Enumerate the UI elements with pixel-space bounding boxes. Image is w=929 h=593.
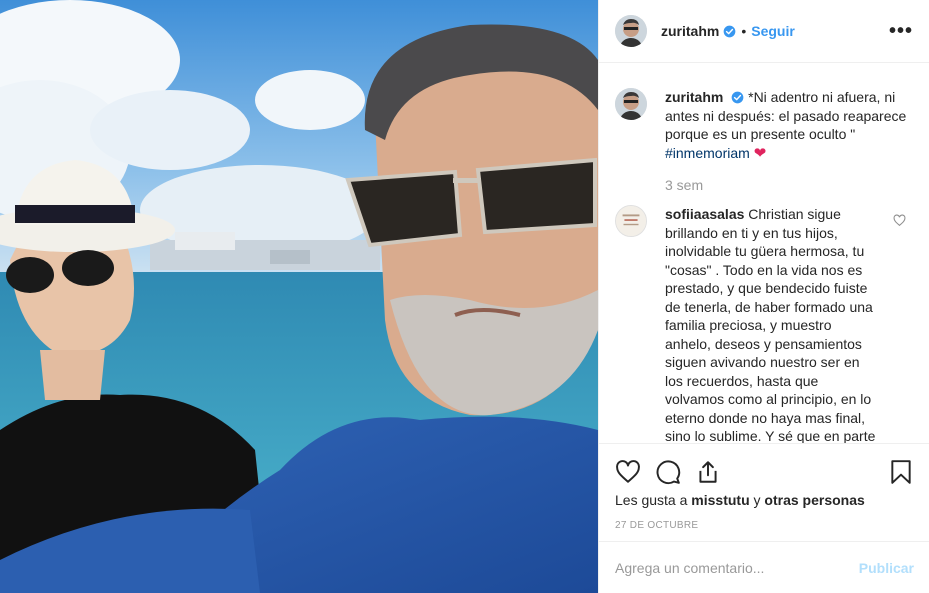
comment-input[interactable] — [615, 559, 859, 576]
action-bar — [599, 444, 929, 490]
likes-user-link[interactable]: misstutu — [691, 492, 749, 508]
more-options-icon[interactable]: ••• — [889, 21, 913, 41]
likes-prefix: Les gusta a — [615, 492, 688, 508]
commenter-avatar[interactable] — [615, 205, 647, 237]
caption-text-block: zuritahm *Ni adentro ni afuera, ni antes… — [665, 88, 910, 163]
caption-avatar-image — [615, 88, 647, 120]
comment-text-block: sofiiaasalas Christian sigue brillando e… — [665, 205, 880, 443]
comment-row: sofiiaasalas Christian sigue brillando e… — [615, 205, 914, 443]
likes-summary: Les gusta a misstutu y otras personas — [599, 490, 929, 508]
bookmark-icon[interactable] — [888, 459, 914, 485]
comments-list[interactable]: zuritahm *Ni adentro ni afuera, ni antes… — [599, 64, 929, 443]
post-photo-image — [0, 0, 598, 593]
post-actions: Les gusta a misstutu y otras personas 27… — [599, 443, 929, 593]
caption-avatar[interactable] — [615, 88, 647, 120]
caption-username[interactable]: zuritahm — [665, 89, 723, 105]
follow-button[interactable]: Seguir — [751, 23, 795, 39]
post-date[interactable]: 27 DE OCTUBRE — [599, 508, 929, 531]
post-header: zuritahm • Seguir ••• — [599, 0, 929, 63]
verified-icon — [731, 91, 744, 104]
post-photo[interactable] — [0, 0, 598, 593]
share-icon[interactable] — [695, 459, 721, 485]
publish-button[interactable]: Publicar — [859, 560, 914, 576]
heart-icon[interactable] — [615, 459, 641, 485]
separator-dot: • — [741, 23, 747, 39]
comment-icon[interactable] — [655, 459, 681, 485]
caption-timestamp[interactable]: 3 sem — [665, 177, 914, 193]
author-avatar-image — [615, 15, 647, 47]
caption-hashtag[interactable]: #inmemoriam — [665, 145, 750, 161]
verified-icon — [723, 25, 736, 37]
author-avatar[interactable] — [615, 15, 647, 47]
likes-others-link[interactable]: otras personas — [764, 492, 864, 508]
commenter-username[interactable]: sofiiaasalas — [665, 206, 744, 222]
caption-row: zuritahm *Ni adentro ni afuera, ni antes… — [615, 88, 914, 163]
likes-connector: y — [753, 492, 761, 508]
comment-text: Christian sigue brillando en ti y en tus… — [665, 206, 876, 443]
commenter-avatar-image — [616, 206, 646, 236]
author-username[interactable]: zuritahm — [661, 23, 719, 39]
add-comment-bar: Publicar — [599, 541, 929, 593]
post-panel: zuritahm • Seguir ••• zuritahm *Ni adent… — [598, 0, 929, 593]
comment-like-heart-icon[interactable] — [893, 214, 906, 227]
heart-emoji-icon: ❤ — [753, 144, 767, 162]
